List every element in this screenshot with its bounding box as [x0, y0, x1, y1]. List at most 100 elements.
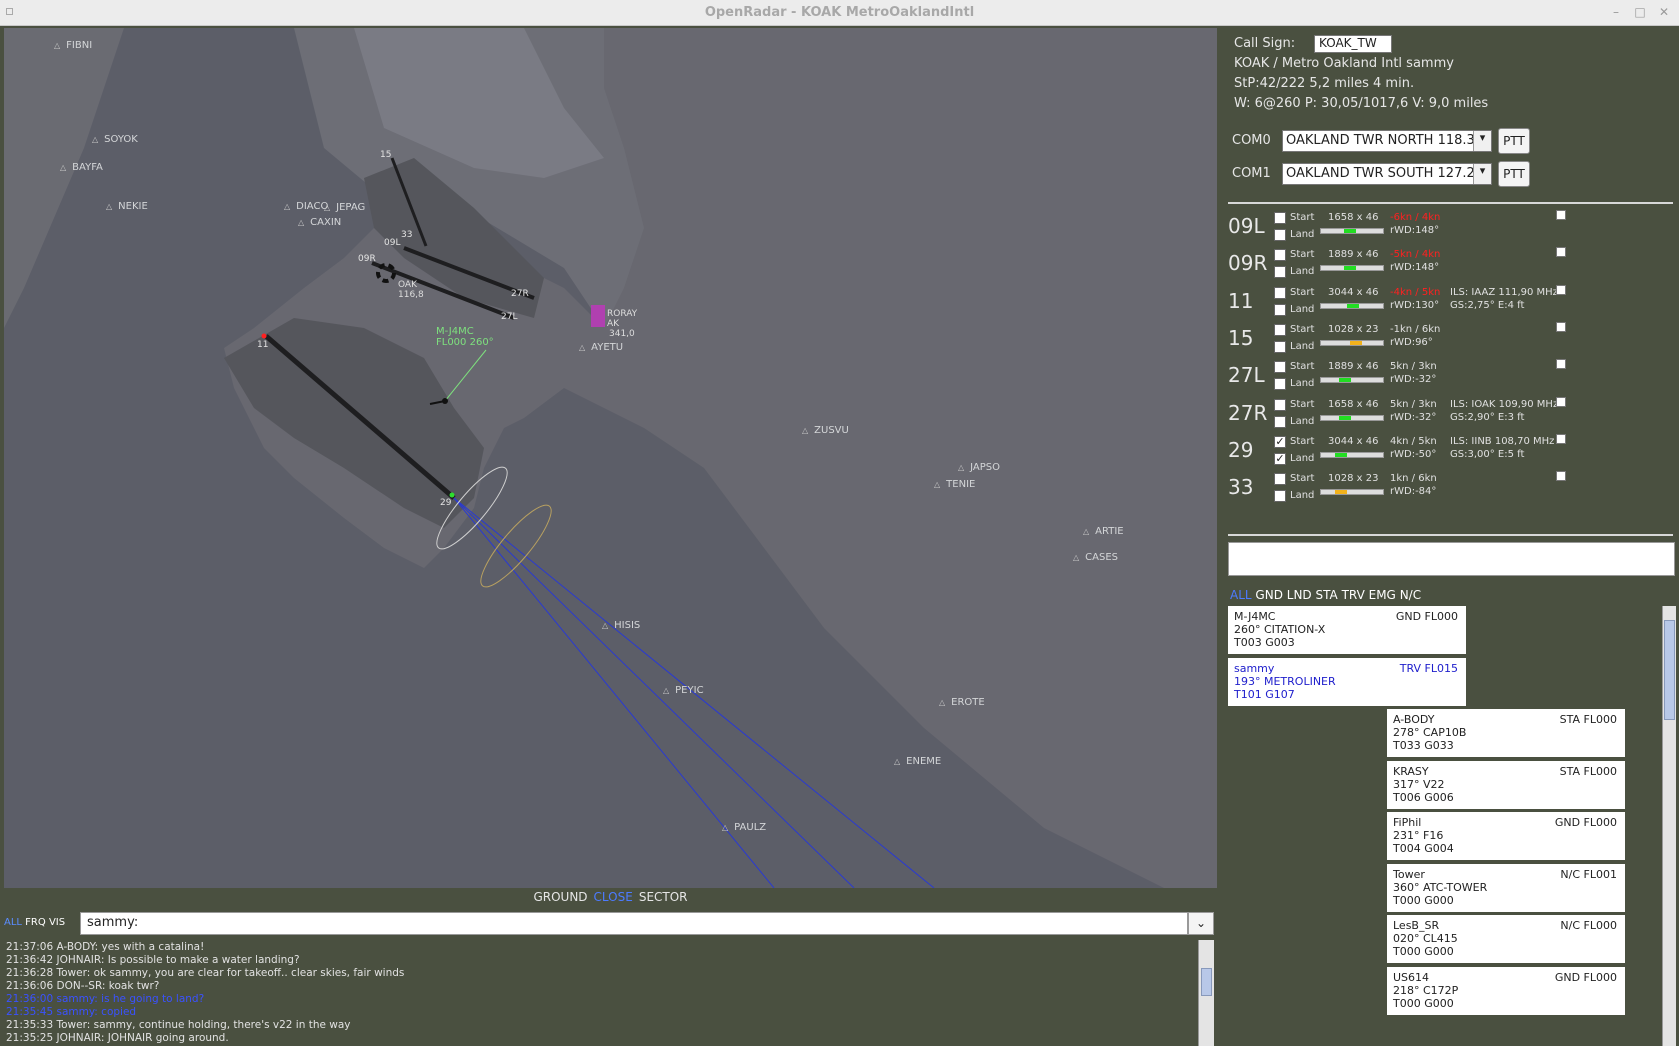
flight-strip[interactable]: US614 GND FL000 218° C172P T000 G000: [1387, 966, 1625, 1015]
strip-filter-lnd[interactable]: LND: [1287, 588, 1312, 602]
land-checkbox[interactable]: [1274, 490, 1286, 503]
fix-label: FIBNI: [66, 40, 93, 51]
strip-aircraft: 218° C172P: [1393, 983, 1459, 997]
land-checkbox[interactable]: [1274, 340, 1286, 353]
radar-screen[interactable]: △ FIBNI △ SOYOK △ BAYFA △ NEKIE △ DIACO △ JEPAG △ CAX…: [4, 28, 1217, 888]
flight-strip[interactable]: FiPhil GND FL000 231° F16 T004 G004: [1387, 812, 1625, 860]
runway-row-27l: 27L Start Land 1889 x 46 5kn / 3kn rWD:-…: [1228, 357, 1668, 395]
maximize-button[interactable]: □: [1632, 5, 1648, 19]
runway-wind: 5kn / 3kn: [1390, 398, 1437, 410]
wind-bar: [1320, 265, 1384, 272]
start-checkbox[interactable]: [1274, 212, 1286, 224]
start-checkbox[interactable]: [1274, 249, 1286, 262]
wind-bar-fill: [1335, 490, 1347, 495]
weather-info: W: 6@260 P: 30,05/1017,6 V: 9,0 miles: [1234, 96, 1489, 111]
fix-label: ENEME: [906, 756, 942, 767]
runway-indicator[interactable]: [1556, 359, 1566, 370]
mode-sector[interactable]: SECTOR: [639, 890, 688, 904]
strip-filter-all[interactable]: ALL: [1230, 588, 1252, 602]
fix-paulz: △ PAULZ: [722, 822, 766, 833]
minimize-button[interactable]: –: [1608, 5, 1624, 19]
fix-nekie: △ NEKIE: [106, 201, 148, 212]
wind-bar-fill: [1339, 378, 1351, 383]
divider: [1228, 202, 1673, 204]
mode-close[interactable]: CLOSE: [594, 890, 633, 904]
com0-ptt-button[interactable]: PTT: [1498, 128, 1530, 154]
runway-indicator[interactable]: [1556, 471, 1566, 482]
chat-scrollbar[interactable]: [1198, 940, 1214, 1046]
wind-bar: [1320, 451, 1384, 458]
close-button[interactable]: ✕: [1656, 5, 1672, 19]
land-checkbox[interactable]: [1274, 266, 1286, 279]
fix-artie: △ ARTIE: [1083, 526, 1124, 537]
start-checkbox[interactable]: [1274, 473, 1286, 486]
start-checkbox[interactable]: [1274, 286, 1286, 299]
message-box[interactable]: [1228, 542, 1675, 576]
fix-triangle-icon: △: [934, 480, 941, 489]
flight-strip[interactable]: sammy TRV FL015 193° METROLINER T101 G10…: [1228, 657, 1466, 706]
strip-aircraft: 231° F16: [1393, 829, 1444, 842]
strip-filter-trv[interactable]: TRV: [1342, 588, 1365, 602]
runway-label: 27L: [501, 312, 518, 322]
runway-label: 29: [440, 498, 452, 508]
runway-indicator[interactable]: [1556, 284, 1566, 295]
com1-select[interactable]: OAKLAND TWR SOUTH 127.20 ▾: [1282, 163, 1492, 185]
runway-row-27r: 27R Start Land 1658 x 46 5kn / 3kn rWD:-…: [1228, 395, 1668, 433]
flight-strip[interactable]: KRASY STA FL000 317° V22 T006 G006: [1387, 760, 1625, 809]
runway-indicator[interactable]: [1556, 210, 1566, 220]
aircraft-label[interactable]: M-J4MC FL000 260°: [436, 326, 494, 348]
runway-dimensions: 1028 x 23: [1328, 323, 1379, 335]
strip-filter-nc[interactable]: N/C: [1400, 588, 1421, 602]
runway-wind: -1kn / 6kn: [1390, 323, 1441, 335]
fix-triangle-icon: △: [92, 135, 99, 144]
fix-label: PAULZ: [734, 822, 767, 833]
chevron-down-icon[interactable]: ⌄: [1188, 912, 1214, 935]
com1-ptt-button[interactable]: PTT: [1498, 161, 1530, 187]
fix-label: NEKIE: [118, 201, 148, 212]
land-checkbox[interactable]: [1274, 303, 1286, 316]
wind-bar-fill: [1335, 452, 1347, 457]
start-checkbox[interactable]: [1274, 361, 1286, 374]
flight-strip[interactable]: A-BODY STA FL000 278° CAP10B T033 G033: [1387, 709, 1625, 757]
runway-indicator[interactable]: [1556, 396, 1566, 407]
flight-strip[interactable]: LesB_SR N/C FL000 020° CL415 T000 G000: [1387, 915, 1625, 963]
strips-scrollbar[interactable]: [1662, 606, 1676, 1046]
land-checkbox[interactable]: [1274, 378, 1286, 391]
strip-filter-sta[interactable]: STA: [1316, 588, 1338, 602]
land-label: Land: [1290, 340, 1315, 352]
scroll-thumb[interactable]: [1201, 968, 1212, 996]
strip-aircraft: 260° CITATION-X: [1234, 623, 1326, 636]
chat-filters: ALL FRQ VIS: [4, 917, 65, 928]
chat-bar: ALL FRQ VIS sammy: ⌄: [0, 908, 1217, 938]
mode-ground[interactable]: GROUND: [533, 890, 587, 904]
com1-label: COM1: [1232, 166, 1271, 181]
fix-triangle-icon: △: [54, 41, 61, 50]
runway-label: 11: [257, 340, 269, 350]
callsign-input[interactable]: KOAK_TW: [1314, 35, 1392, 53]
com1-value: OAKLAND TWR SOUTH 127.20: [1286, 166, 1484, 181]
flight-strip[interactable]: M-J4MC GND FL000 260° CITATION-X T003 G0…: [1228, 606, 1466, 654]
chat-input[interactable]: sammy:: [80, 912, 1188, 935]
start-checkbox[interactable]: [1274, 323, 1286, 336]
strip-filter-emg[interactable]: EMG: [1369, 588, 1396, 602]
start-label: Start: [1290, 286, 1315, 298]
runway-rwd: rWD:96°: [1390, 336, 1433, 348]
runway-indicator[interactable]: [1556, 247, 1566, 258]
flight-strip[interactable]: Tower N/C FL001 360° ATC-TOWER T000 G000: [1387, 863, 1625, 912]
scroll-thumb[interactable]: [1664, 620, 1675, 720]
com0-select[interactable]: OAKLAND TWR NORTH 118.30 ▾: [1282, 130, 1492, 152]
strip-filter-gnd[interactable]: GND: [1255, 588, 1283, 602]
runway-indicator[interactable]: [1556, 321, 1566, 332]
land-checkbox[interactable]: [1274, 229, 1286, 241]
runway-indicator[interactable]: [1556, 433, 1566, 444]
chat-filter-vis[interactable]: VIS: [49, 917, 65, 928]
chat-filter-frq[interactable]: FRQ: [25, 917, 46, 928]
runway-id: 29: [1228, 437, 1254, 462]
land-checkbox[interactable]: ✓: [1274, 452, 1286, 465]
runway-id: 33: [1228, 475, 1254, 500]
land-checkbox[interactable]: [1274, 415, 1286, 428]
chat-filter-all[interactable]: ALL: [4, 917, 22, 928]
start-checkbox[interactable]: ✓: [1274, 435, 1286, 448]
start-checkbox[interactable]: [1274, 398, 1286, 411]
wind-bar: [1320, 377, 1384, 384]
